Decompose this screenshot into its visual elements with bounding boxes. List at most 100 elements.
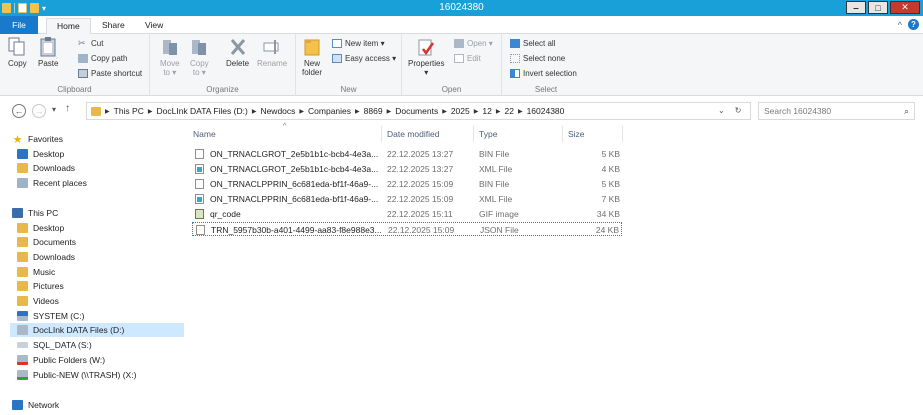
- column-date[interactable]: Date modified: [387, 129, 439, 139]
- tab-view[interactable]: View: [135, 18, 173, 34]
- edit-button[interactable]: Edit: [454, 54, 481, 63]
- select-none-button[interactable]: Select none: [510, 54, 565, 63]
- cut-button[interactable]: ✂ Cut: [78, 38, 103, 49]
- move-to-icon: [162, 40, 177, 55]
- new-item-button[interactable]: New item ▾: [332, 39, 385, 48]
- open-button[interactable]: Open ▾: [454, 39, 493, 48]
- address-row: ← → ▾ ↑ ▶ This PC ▶ DocLInk DATA Files (…: [0, 100, 923, 122]
- nav-pc-downloads[interactable]: Downloads: [12, 250, 182, 264]
- nav-fav-recent[interactable]: Recent places: [12, 176, 182, 190]
- easy-access-button[interactable]: Easy access ▾: [332, 54, 396, 63]
- column-name[interactable]: Name: [193, 129, 216, 139]
- bin-file-icon: [195, 179, 204, 189]
- minimize-button[interactable]: ‒: [846, 1, 866, 14]
- videos-folder-icon: [17, 296, 28, 306]
- network-icon: [12, 400, 23, 410]
- window-title: 16024380: [439, 2, 484, 13]
- nav-pc-music[interactable]: Music: [12, 265, 182, 279]
- help-icon[interactable]: ?: [908, 19, 919, 30]
- forward-button[interactable]: →: [32, 104, 46, 118]
- breadcrumb-documents[interactable]: Documents: [395, 106, 438, 116]
- breadcrumb-2025[interactable]: 2025: [451, 106, 470, 116]
- folder-icon: [91, 106, 101, 116]
- breadcrumb-current[interactable]: 16024380: [527, 106, 565, 116]
- sort-ascending-icon: ^: [283, 123, 287, 130]
- nav-this-pc[interactable]: This PC: [12, 206, 182, 220]
- organize-label: Organize: [206, 85, 239, 94]
- paste-shortcut-button[interactable]: Paste shortcut: [78, 69, 142, 78]
- refresh-icon[interactable]: ↻: [735, 106, 742, 115]
- breadcrumb-companies[interactable]: Companies: [308, 106, 351, 116]
- maximize-button[interactable]: □: [868, 1, 888, 14]
- nav-network[interactable]: Network: [12, 398, 182, 412]
- nav-drive-w[interactable]: Public Folders (W:): [12, 353, 182, 367]
- clipboard-label: Clipboard: [57, 85, 92, 94]
- file-row[interactable]: qr_code 22.12.2025 15:11 GIF image 34 KB: [192, 207, 622, 221]
- new-folder-button[interactable]: New folder: [302, 37, 322, 77]
- breadcrumb-drive[interactable]: DocLInk DATA Files (D:): [156, 106, 247, 116]
- close-button[interactable]: ✕: [890, 1, 920, 14]
- nav-drive-x[interactable]: Public-NEW (\\TRASH) (X:): [12, 368, 182, 382]
- collapse-ribbon-icon[interactable]: ^: [898, 20, 902, 30]
- new-group: New folder New item ▾ Easy access ▾ New: [296, 34, 402, 96]
- documents-folder-icon: [17, 237, 28, 247]
- scissors-icon: ✂: [78, 38, 86, 48]
- invert-selection-button[interactable]: Invert selection: [510, 69, 577, 78]
- file-row[interactable]: ON_TRNACLPPRIN_6c681eda-bf1f-46a9-... 22…: [192, 177, 622, 191]
- nav-fav-downloads[interactable]: Downloads: [12, 161, 182, 175]
- breadcrumb-22[interactable]: 22: [504, 106, 513, 116]
- address-bar[interactable]: ▶ This PC ▶ DocLInk DATA Files (D:) ▶ Ne…: [86, 102, 751, 120]
- file-row[interactable]: ON_TRNACLGROT_2e5b1b1c-bcb4-4e3a... 22.1…: [192, 147, 622, 161]
- nav-drive-d[interactable]: DocLInk DATA Files (D:): [10, 323, 184, 337]
- nav-pc-desktop[interactable]: Desktop: [12, 221, 182, 235]
- tab-share[interactable]: Share: [92, 18, 135, 34]
- organize-group: Move to ▾ Copy to ▾ Delete Rename Organi…: [150, 34, 296, 96]
- column-type[interactable]: Type: [479, 129, 497, 139]
- paste-button[interactable]: Paste: [38, 37, 58, 68]
- computer-icon: [12, 208, 23, 218]
- nav-favorites[interactable]: ★ Favorites: [12, 132, 182, 146]
- copy-button[interactable]: Copy: [8, 37, 27, 68]
- up-button[interactable]: ↑: [65, 103, 70, 114]
- file-list: ^ Name Date modified Type Size ON_TRNACL…: [187, 122, 923, 415]
- properties-button[interactable]: Properties ▾: [408, 37, 444, 77]
- bin-file-icon: [195, 149, 204, 159]
- address-dropdown-icon[interactable]: ⌄: [718, 106, 725, 115]
- nav-pc-videos[interactable]: Videos: [12, 294, 182, 308]
- nav-pc-pictures[interactable]: Pictures: [12, 279, 182, 293]
- xml-file-icon: [195, 164, 204, 174]
- nav-drive-s[interactable]: SQL_DATA (S:): [12, 338, 182, 352]
- file-row[interactable]: TRN_5957b30b-a401-4499-aa83-f8e988e3... …: [192, 222, 622, 236]
- breadcrumb-newdocs[interactable]: Newdocs: [260, 106, 295, 116]
- breadcrumb-12[interactable]: 12: [482, 106, 491, 116]
- tab-home[interactable]: Home: [46, 18, 91, 35]
- move-to-button[interactable]: Move to ▾: [160, 37, 180, 77]
- rename-icon: [263, 40, 279, 54]
- nav-fav-desktop[interactable]: Desktop: [12, 147, 182, 161]
- star-icon: ★: [12, 133, 23, 146]
- breadcrumb-8869[interactable]: 8869: [364, 106, 383, 116]
- nav-pc-documents[interactable]: Documents: [12, 235, 182, 249]
- copy-path-button[interactable]: Copy path: [78, 54, 127, 63]
- rename-button[interactable]: Rename: [257, 37, 287, 68]
- search-icon[interactable]: ⌕: [904, 103, 909, 119]
- downloads-folder-icon: [17, 252, 28, 262]
- back-button[interactable]: ←: [12, 104, 26, 118]
- recent-locations-icon[interactable]: ▾: [52, 105, 56, 114]
- ribbon-tabs: File Home Share View ^ ?: [0, 16, 923, 35]
- delete-button[interactable]: Delete: [226, 37, 249, 68]
- file-row[interactable]: ON_TRNACLPPRIN_6c681eda-bf1f-46a9-... 22…: [192, 192, 622, 206]
- select-all-button[interactable]: Select all: [510, 39, 555, 48]
- column-size[interactable]: Size: [568, 129, 585, 139]
- recent-places-icon: [17, 178, 28, 188]
- desktop-icon: [17, 149, 28, 159]
- tab-file[interactable]: File: [0, 16, 38, 34]
- copy-to-button[interactable]: Copy to ▾: [190, 37, 209, 77]
- file-row[interactable]: ON_TRNACLGROT_2e5b1b1c-bcb4-4e3a... 22.1…: [192, 162, 622, 176]
- breadcrumb-this-pc[interactable]: This PC: [114, 106, 144, 116]
- navigation-pane: ★ Favorites Desktop Downloads Recent pla…: [10, 126, 184, 415]
- search-input[interactable]: Search 16024380 ⌕: [758, 102, 915, 120]
- nav-drive-c[interactable]: SYSTEM (C:): [12, 309, 182, 323]
- copy-to-icon: [192, 40, 207, 55]
- select-group: Select all Select none Invert selection …: [502, 34, 590, 96]
